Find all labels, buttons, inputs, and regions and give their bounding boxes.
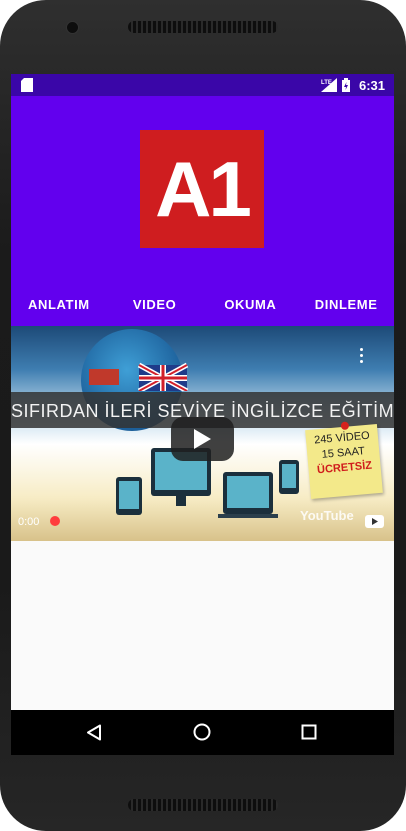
current-time: 0:00 [18,516,40,528]
video-player[interactable]: SIFIRDAN İLERİ SEVİYE İNGİLİZCE EĞİTİMİ … [11,326,394,541]
back-icon[interactable] [86,724,102,741]
bottom-speaker [128,799,278,811]
tab-dinleme[interactable]: DINLEME [298,292,394,318]
tab-anlatim[interactable]: ANLATIM [11,292,107,318]
tab-video[interactable]: VIDEO [107,292,203,318]
top-speaker [128,21,278,33]
tab-bar: ANLATIM VIDEO OKUMA DINLEME [11,292,394,318]
app-header: A1 ANLATIM VIDEO OKUMA DINLEME [11,96,394,326]
youtube-icon[interactable] [365,515,384,528]
youtube-watermark: YouTube [300,508,354,523]
uk-flag-graphic [89,362,189,391]
pin-icon [340,421,350,431]
app-logo: A1 [140,130,264,248]
screen: LTE 6:31 A1 ANLATIM VIDEO OKUMA DINLEME [11,74,394,755]
play-button[interactable] [171,417,234,461]
network-label: LTE [321,80,332,86]
status-icons: LTE 6:31 [320,76,385,94]
scrubber-handle[interactable] [50,516,60,526]
clock: 6:31 [358,77,385,93]
status-bar: LTE 6:31 [11,74,394,96]
recent-apps-icon[interactable] [301,724,317,740]
battery-icon [341,78,350,92]
play-icon [194,429,211,449]
more-options-icon[interactable] [360,348,364,366]
sd-card-icon [21,78,33,92]
home-icon[interactable] [193,723,211,741]
signal-icon: LTE [320,78,337,92]
promo-note: 245 VİDEO 15 SAAT ÜCRETSİZ [305,421,383,500]
tab-okuma[interactable]: OKUMA [203,292,299,318]
navigation-bar [11,710,394,755]
logo-text: A1 [155,144,252,233]
front-camera [66,21,79,34]
phone-frame: LTE 6:31 A1 ANLATIM VIDEO OKUMA DINLEME [0,0,406,831]
